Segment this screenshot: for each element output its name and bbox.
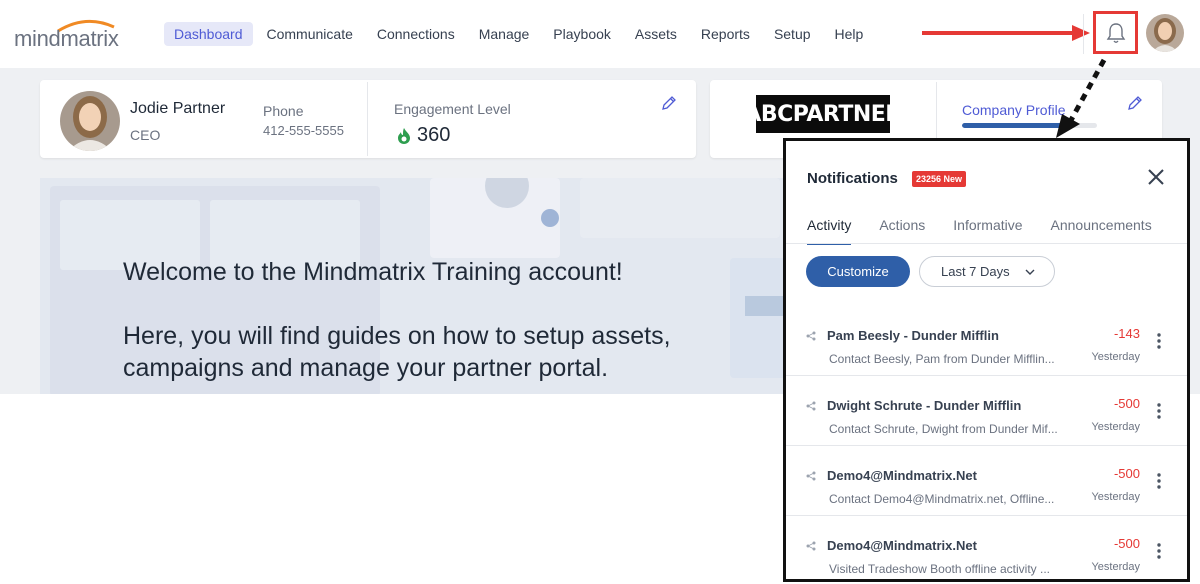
share-icon xyxy=(806,401,816,411)
more-options-icon[interactable] xyxy=(1151,472,1167,490)
user-avatar[interactable] xyxy=(1146,14,1184,52)
flame-icon xyxy=(398,128,410,144)
company-profile-progress-fill xyxy=(962,123,1066,128)
company-logo: ABCPARTNER xyxy=(744,95,902,133)
header-divider xyxy=(1083,14,1084,54)
nav-dashboard[interactable]: Dashboard xyxy=(164,22,253,46)
notification-item[interactable]: Dwight Schrute - Dunder Mifflin Contact … xyxy=(786,376,1187,446)
notification-description: Contact Beesly, Pam from Dunder Mifflin.… xyxy=(829,352,1055,366)
notifications-title: Notifications xyxy=(807,170,898,187)
nav-assets[interactable]: Assets xyxy=(625,22,687,46)
nav-help[interactable]: Help xyxy=(825,22,874,46)
profile-photo-image xyxy=(60,91,120,151)
more-options-icon[interactable] xyxy=(1151,332,1167,350)
welcome-banner: Welcome to the Mindmatrix Training accou… xyxy=(40,178,800,394)
nav-setup[interactable]: Setup xyxy=(764,22,821,46)
main-nav: Dashboard Communicate Connections Manage… xyxy=(164,22,877,46)
notification-item[interactable]: Pam Beesly - Dunder Mifflin Contact Bees… xyxy=(786,306,1187,376)
nav-playbook[interactable]: Playbook xyxy=(543,22,621,46)
more-options-icon[interactable] xyxy=(1151,542,1167,560)
profile-card: Jodie Partner CEO Phone 412-555-5555 Eng… xyxy=(40,80,696,158)
share-icon xyxy=(806,541,816,551)
more-options-icon[interactable] xyxy=(1151,402,1167,420)
notification-item[interactable]: Demo4@Mindmatrix.Net Visited Tradeshow B… xyxy=(786,516,1187,579)
welcome-line-2: Here, you will find guides on how to set… xyxy=(123,322,671,382)
company-profile-link[interactable]: Company Profile xyxy=(962,102,1066,118)
tab-announcements[interactable]: Announcements xyxy=(1051,217,1152,245)
notification-score: -500 xyxy=(1113,536,1140,551)
profile-role: CEO xyxy=(130,127,161,143)
annotation-arrow-icon xyxy=(922,25,1090,41)
welcome-line-1: Welcome to the Mindmatrix Training accou… xyxy=(123,258,623,286)
edit-company-icon[interactable] xyxy=(1126,94,1144,112)
nav-communicate[interactable]: Communicate xyxy=(257,22,363,46)
phone-value: 412-555-5555 xyxy=(263,123,344,138)
share-icon xyxy=(806,331,816,341)
edit-profile-icon[interactable] xyxy=(660,94,678,112)
notification-score: -143 xyxy=(1113,326,1140,341)
notification-score: -500 xyxy=(1113,466,1140,481)
notification-item[interactable]: Demo4@Mindmatrix.Net Contact Demo4@Mindm… xyxy=(786,446,1187,516)
top-bar: mindmatrix Dashboard Communicate Connect… xyxy=(0,0,1200,68)
profile-name: Jodie Partner xyxy=(130,100,226,117)
share-icon xyxy=(806,471,816,481)
notification-description: Contact Demo4@Mindmatrix.net, Offline... xyxy=(829,492,1055,506)
notification-title: Demo4@Mindmatrix.Net xyxy=(827,468,977,483)
nav-reports[interactable]: Reports xyxy=(691,22,760,46)
notification-time: Yesterday xyxy=(1091,561,1140,573)
profile-divider xyxy=(367,82,368,156)
notification-score: -500 xyxy=(1113,396,1140,411)
user-avatar-image xyxy=(1146,14,1184,52)
customize-button[interactable]: Customize xyxy=(806,256,910,287)
tab-activity[interactable]: Activity xyxy=(807,217,852,245)
notification-time: Yesterday xyxy=(1091,351,1140,363)
notification-tabs: Activity Actions Informative Announcemen… xyxy=(807,217,1180,245)
tab-informative[interactable]: Informative xyxy=(953,217,1022,245)
phone-label: Phone xyxy=(263,103,304,119)
date-range-select[interactable]: Last 7 Days xyxy=(919,256,1055,287)
date-range-label: Last 7 Days xyxy=(941,264,1010,279)
notification-time: Yesterday xyxy=(1091,491,1140,503)
chevron-down-icon xyxy=(1025,269,1035,275)
tabs-divider xyxy=(786,243,1187,244)
notifications-button[interactable] xyxy=(1093,11,1138,54)
notification-title: Demo4@Mindmatrix.Net xyxy=(827,538,977,553)
nav-connections[interactable]: Connections xyxy=(367,22,465,46)
tab-actions[interactable]: Actions xyxy=(879,217,925,245)
profile-avatar xyxy=(60,91,120,151)
engagement-label: Engagement Level xyxy=(394,101,511,117)
annotation-dashed-arrow-icon xyxy=(1056,58,1107,138)
notification-title: Pam Beesly - Dunder Mifflin xyxy=(827,328,999,343)
engagement-value: 360 xyxy=(417,124,451,146)
brand-name: mindmatrix xyxy=(14,26,119,51)
brand-logo[interactable]: mindmatrix xyxy=(14,16,134,52)
notification-title: Dwight Schrute - Dunder Mifflin xyxy=(827,398,1022,413)
notifications-panel: Notifications 23256 New Activity Actions… xyxy=(783,138,1190,582)
notification-time: Yesterday xyxy=(1091,421,1140,433)
welcome-text: Welcome to the Mindmatrix Training accou… xyxy=(123,256,783,384)
nav-manage[interactable]: Manage xyxy=(469,22,540,46)
notification-description: Contact Schrute, Dwight from Dunder Mif.… xyxy=(829,422,1058,436)
close-icon[interactable] xyxy=(1146,167,1166,187)
new-count-badge: 23256 New xyxy=(912,171,967,187)
notification-description: Visited Tradeshow Booth offline activity… xyxy=(829,562,1051,576)
bell-icon xyxy=(1106,22,1125,43)
